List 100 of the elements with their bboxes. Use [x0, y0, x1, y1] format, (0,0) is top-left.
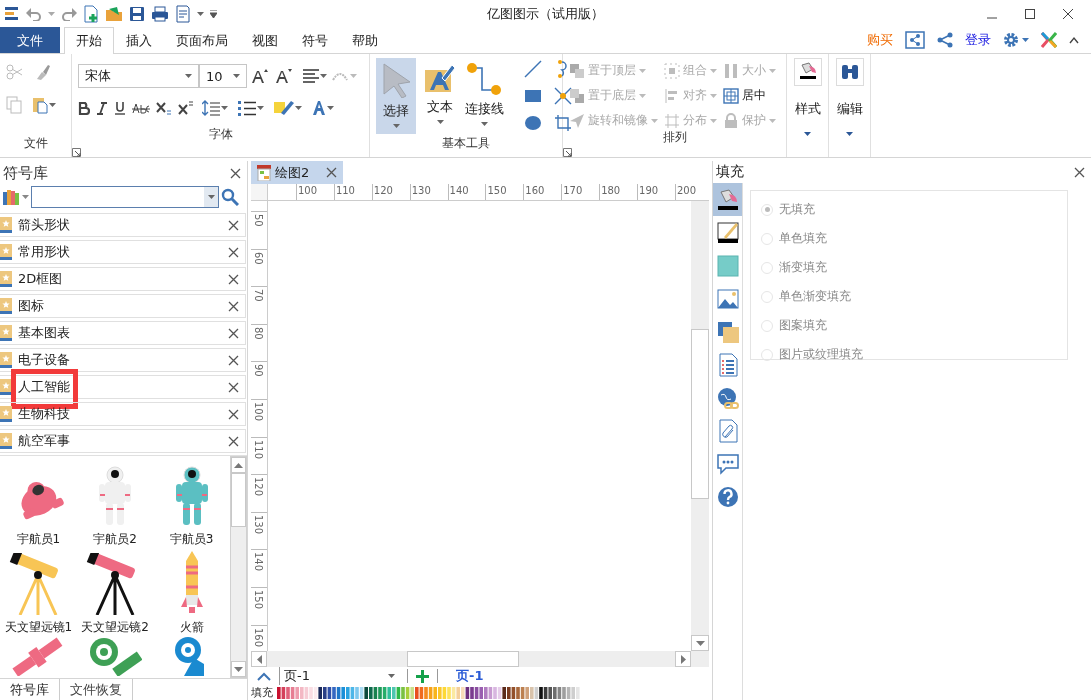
- scroll-thumb[interactable]: [231, 473, 246, 527]
- page-dropdown[interactable]: 页-1: [279, 667, 399, 685]
- color-palette[interactable]: [277, 686, 581, 699]
- globe-link-icon[interactable]: [715, 385, 740, 410]
- paint-bucket-icon[interactable]: [715, 187, 740, 212]
- save-icon[interactable]: [129, 6, 145, 22]
- close-icon[interactable]: [228, 381, 239, 393]
- document-tab[interactable]: 绘图2: [251, 161, 343, 184]
- strikethrough-icon[interactable]: [132, 101, 150, 115]
- library-item[interactable]: 人工智能: [0, 375, 246, 399]
- dialog-launcher-icon[interactable]: [563, 148, 572, 157]
- close-icon[interactable]: [228, 300, 239, 312]
- image-icon[interactable]: [715, 286, 740, 311]
- library-item[interactable]: 基本图表: [0, 321, 246, 345]
- tool-button[interactable]: 选择: [376, 58, 416, 134]
- align-text-icon[interactable]: [303, 69, 319, 83]
- scroll-down-icon[interactable]: [234, 666, 243, 672]
- library-item[interactable]: 电子设备: [0, 348, 246, 372]
- scrollbar[interactable]: [251, 651, 691, 667]
- login-link[interactable]: 登录: [965, 31, 991, 49]
- bullet-list-icon[interactable]: [238, 100, 256, 116]
- redo-icon[interactable]: [61, 7, 77, 21]
- print-icon[interactable]: [151, 6, 169, 22]
- ellipse-shape-icon[interactable]: [524, 114, 542, 132]
- expand-up-icon[interactable]: [257, 671, 271, 681]
- fill-option-radio[interactable]: 无填充: [761, 201, 1057, 218]
- close-icon[interactable]: [228, 273, 239, 285]
- close-icon[interactable]: [230, 167, 241, 179]
- paste-icon[interactable]: [32, 96, 48, 114]
- fill-option-radio[interactable]: 图片或纹理填充: [761, 346, 1057, 363]
- screen-share-icon[interactable]: [905, 31, 925, 49]
- library-item[interactable]: 图标: [0, 294, 246, 318]
- tool-button[interactable]: 连接线: [464, 58, 504, 134]
- library-item[interactable]: 航空军事: [0, 429, 246, 453]
- highlight-icon[interactable]: [274, 100, 294, 116]
- maximize-icon[interactable]: [1025, 9, 1035, 19]
- close-icon[interactable]: [228, 327, 239, 339]
- library-books-icon[interactable]: [2, 188, 20, 206]
- scroll-thumb[interactable]: [691, 329, 709, 499]
- scroll-right-icon[interactable]: [680, 654, 686, 664]
- new-document-icon[interactable]: [83, 5, 99, 23]
- help-icon[interactable]: [715, 484, 740, 509]
- line-spacing-icon[interactable]: [202, 100, 220, 116]
- fill-option-radio[interactable]: 图案填充: [761, 317, 1057, 334]
- rectangle-shape-icon[interactable]: [524, 87, 542, 105]
- scroll-left-icon[interactable]: [256, 654, 262, 664]
- subscript-icon[interactable]: [156, 101, 172, 115]
- bold-icon[interactable]: [78, 101, 90, 115]
- fill-option-radio[interactable]: 单色填充: [761, 230, 1057, 247]
- edit-button[interactable]: 编辑: [829, 54, 870, 136]
- ribbon-tab[interactable]: 开始: [64, 27, 114, 54]
- layers-icon[interactable]: [715, 319, 740, 344]
- panel-tab[interactable]: 文件恢复: [60, 679, 133, 700]
- colorful-x-logo-icon[interactable]: [1041, 32, 1057, 48]
- close-icon[interactable]: [1063, 9, 1073, 19]
- library-item[interactable]: 生物科技: [0, 402, 246, 426]
- ribbon-tab[interactable]: 视图: [240, 27, 290, 53]
- page-tab[interactable]: 页-1: [456, 667, 484, 685]
- format-brush-icon[interactable]: [34, 64, 50, 80]
- style-button[interactable]: 样式: [787, 54, 828, 136]
- search-field[interactable]: [31, 186, 219, 208]
- library-item[interactable]: 箭头形状: [0, 213, 246, 237]
- ribbon-tab[interactable]: 页面布局: [164, 27, 240, 53]
- fill-option-radio[interactable]: 单色渐变填充: [761, 288, 1057, 305]
- customize-icon[interactable]: [210, 10, 217, 18]
- file-menu-tab[interactable]: 文件: [0, 27, 60, 53]
- scrollbar[interactable]: [691, 201, 709, 651]
- close-icon[interactable]: [228, 246, 239, 258]
- ribbon-tab[interactable]: 帮助: [340, 27, 390, 53]
- shrink-font-icon[interactable]: [275, 68, 293, 84]
- library-item[interactable]: 2D框图: [0, 267, 246, 291]
- italic-icon[interactable]: [96, 101, 108, 115]
- scroll-down-icon[interactable]: [695, 640, 705, 646]
- dialog-launcher-icon[interactable]: [72, 148, 81, 157]
- arrange-button[interactable]: 居中: [723, 87, 776, 104]
- underline-icon[interactable]: [114, 101, 126, 115]
- line-shape-icon[interactable]: [524, 60, 542, 78]
- library-item[interactable]: 常用形状: [0, 240, 246, 264]
- superscript-icon[interactable]: [178, 101, 194, 115]
- fill-option-radio[interactable]: 渐变填充: [761, 259, 1057, 276]
- grow-font-icon[interactable]: [251, 68, 269, 84]
- crop-icon[interactable]: [554, 114, 572, 132]
- share-icon[interactable]: [937, 32, 953, 48]
- undo-icon[interactable]: [26, 7, 42, 21]
- font-size-dropdown[interactable]: 10: [199, 64, 247, 88]
- collapse-ribbon-icon[interactable]: [1069, 36, 1079, 44]
- close-icon[interactable]: [228, 408, 239, 420]
- tool-button[interactable]: 文本: [420, 58, 460, 134]
- close-icon[interactable]: [326, 167, 337, 178]
- close-icon[interactable]: [228, 219, 239, 231]
- close-icon[interactable]: [1074, 166, 1085, 178]
- cross-point-icon[interactable]: [554, 87, 572, 105]
- scroll-up-icon[interactable]: [234, 462, 243, 468]
- search-icon[interactable]: [221, 188, 239, 206]
- add-page-icon[interactable]: [416, 669, 429, 683]
- pencil-line-icon[interactable]: [715, 220, 740, 245]
- folder-icon[interactable]: [105, 6, 123, 22]
- close-icon[interactable]: [228, 354, 239, 366]
- scrollbar[interactable]: [230, 456, 247, 678]
- ribbon-tab[interactable]: 插入: [114, 27, 164, 53]
